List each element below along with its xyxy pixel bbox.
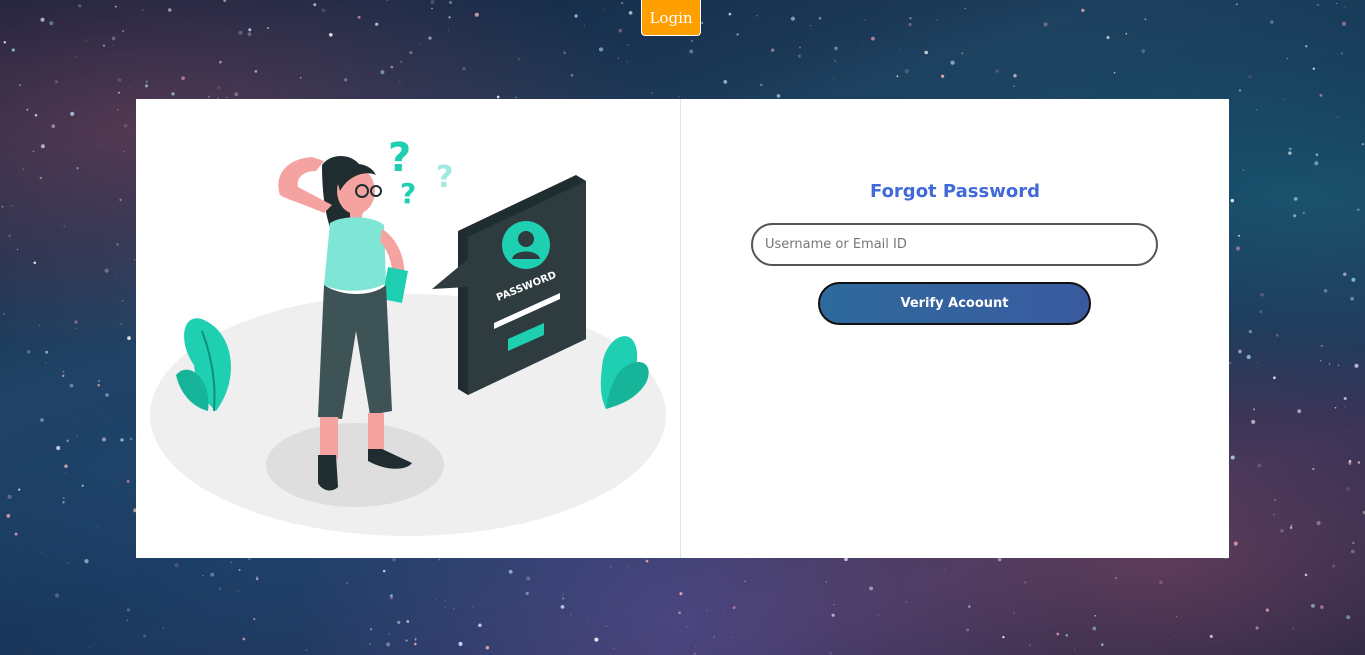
forgot-password-card: ? ? ? PASSWORD Forgot Password Username … — [136, 99, 1229, 558]
illustration-panel: ? ? ? PASSWORD — [136, 99, 681, 558]
confused-woman-password-illustration: ? ? ? PASSWORD — [150, 135, 666, 536]
svg-text:?: ? — [388, 135, 411, 181]
verify-account-button[interactable]: Verify Acoount — [818, 282, 1091, 325]
svg-text:?: ? — [400, 177, 416, 210]
question-marks-icon: ? ? ? — [388, 135, 453, 210]
page-title: Forgot Password — [870, 181, 1040, 202]
login-button[interactable]: Login — [641, 0, 701, 36]
svg-text:?: ? — [436, 160, 453, 195]
form-panel: Forgot Password Verify Acoount — [681, 99, 1229, 558]
username-email-input[interactable] — [751, 223, 1158, 266]
